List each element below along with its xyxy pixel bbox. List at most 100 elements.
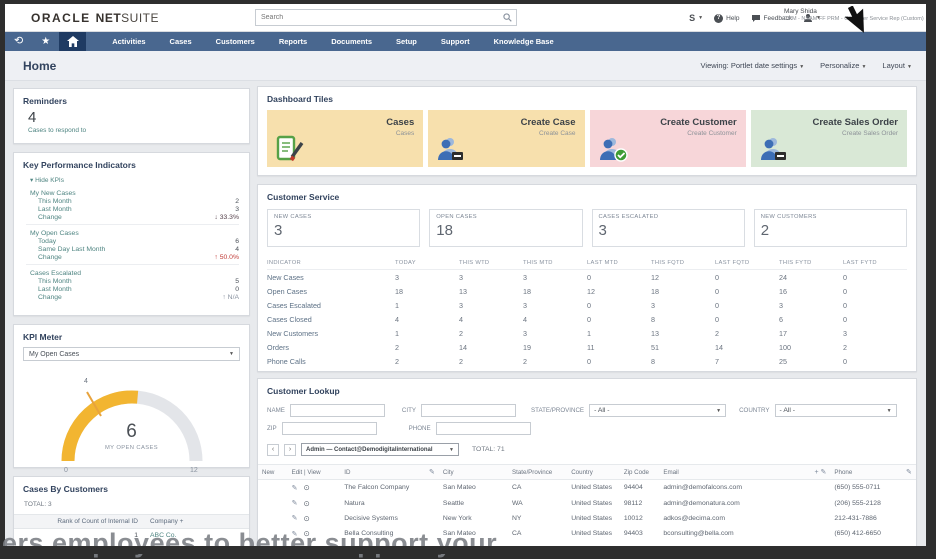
svc-col-header[interactable]: LAST MTD	[587, 257, 651, 270]
kpi-gauge: 4 0 12 6 MY OPEN CASES	[42, 369, 222, 478]
search-input[interactable]	[256, 14, 503, 21]
svc-col-header[interactable]: THIS MTD	[523, 257, 587, 270]
reminders-link[interactable]: Cases to respond to	[14, 126, 249, 134]
view-icon[interactable]: ⊙	[303, 499, 309, 508]
feedback-icon[interactable]	[751, 14, 761, 23]
nav-item-activities[interactable]: Activities	[100, 32, 157, 51]
svc-cell: 0	[843, 270, 907, 284]
hide-kpis-toggle[interactable]: ▾ Hide KPIs	[14, 173, 249, 186]
col-edit-view[interactable]: Edit | View	[288, 464, 341, 480]
col-id[interactable]: ID✎	[340, 464, 439, 480]
col-state[interactable]: State/Province	[508, 464, 567, 480]
view-icon[interactable]: ⊙	[303, 514, 309, 523]
cell-id[interactable]: The Falcon Company	[340, 480, 439, 495]
edit-column-icon[interactable]: ✎	[906, 469, 912, 476]
kpi-row-label[interactable]: Change	[38, 214, 62, 221]
stat-new-customers[interactable]: NEW CUSTOMERS2	[754, 209, 907, 247]
nav-item-cases[interactable]: Cases	[158, 32, 204, 51]
cell-email[interactable]: admin@demofalcons.com	[659, 480, 830, 495]
name-field[interactable]	[290, 404, 385, 417]
svc-row-indicator[interactable]: Orders	[267, 340, 395, 354]
tile-create-customer[interactable]: Create CustomerCreate Customer	[590, 110, 746, 167]
nav-item-knowledge-base[interactable]: Knowledge Base	[482, 32, 566, 51]
edit-column-icon[interactable]: + ✎	[814, 469, 826, 476]
col-phone[interactable]: Phone✎	[830, 464, 916, 480]
shortcuts-menu[interactable]: S ▼	[689, 13, 703, 23]
shortcuts-icon[interactable]: S	[689, 13, 695, 23]
recent-records-icon[interactable]: ⟲	[5, 32, 32, 51]
zip-field[interactable]	[282, 422, 377, 435]
col-country[interactable]: Country	[567, 464, 620, 480]
nav-item-support[interactable]: Support	[429, 32, 482, 51]
phone-field[interactable]	[436, 422, 531, 435]
kpi-group-name[interactable]: My New Cases	[30, 188, 239, 197]
col-email[interactable]: Email+ ✎	[659, 464, 830, 480]
svc-col-header[interactable]: INDICATOR	[267, 257, 395, 270]
svc-col-header[interactable]: LAST FYTD	[843, 257, 907, 270]
state-label: STATE/PROVINCE	[531, 407, 584, 414]
svc-row-indicator[interactable]: Open Cases	[267, 284, 395, 298]
kpi-meter-select[interactable]: My Open Cases ▼	[23, 347, 240, 361]
shortcuts-star-icon[interactable]: ★	[32, 32, 59, 51]
kpi-row-label[interactable]: Change	[38, 254, 62, 261]
divider	[26, 264, 239, 265]
prev-page-button[interactable]: ‹	[267, 444, 279, 456]
nav-item-customers[interactable]: Customers	[204, 32, 267, 51]
help-menu[interactable]: ? Help	[714, 14, 739, 23]
kpi-row-label[interactable]: This Month	[38, 278, 72, 285]
saved-view-select[interactable]: Admin — Contact@Demodigitalinternational…	[301, 443, 459, 456]
stat-cases-escalated[interactable]: CASES ESCALATED3	[592, 209, 745, 247]
edit-icon[interactable]: ✎	[292, 499, 298, 507]
kpi-row-label[interactable]: Today	[38, 238, 56, 245]
svc-row-indicator[interactable]: Cases Escalated	[267, 298, 395, 312]
state-select[interactable]: - All - ▼	[589, 404, 726, 417]
help-icon[interactable]: ?	[714, 14, 723, 23]
tile-create-case[interactable]: Create CaseCreate Case	[428, 110, 584, 167]
cell-email[interactable]: admin@demonatura.com	[659, 495, 830, 510]
col-city[interactable]: City	[439, 464, 508, 480]
svc-col-header[interactable]: TODAY	[395, 257, 459, 270]
kpi-row-label[interactable]: Change	[38, 294, 62, 301]
stat-new-cases[interactable]: NEW CASES3	[267, 209, 420, 247]
next-page-button[interactable]: ›	[284, 444, 296, 456]
col-company[interactable]: Company +	[144, 515, 249, 528]
cell-email[interactable]: adkos@decima.com	[659, 511, 830, 526]
kpi-row-label[interactable]: This Month	[38, 198, 72, 205]
personalize-dropdown[interactable]: Personalize ▼	[820, 61, 866, 70]
kpi-row-label[interactable]: Last Month	[38, 206, 72, 213]
tile-create-sales-order[interactable]: Create Sales OrderCreate Sales Order	[751, 110, 907, 167]
col-rank[interactable]: Rank of Count of Internal ID	[14, 515, 144, 528]
kpi-row-label[interactable]: Same Day Last Month	[38, 246, 105, 253]
country-select[interactable]: - All - ▼	[775, 404, 897, 417]
edit-icon[interactable]: ✎	[292, 514, 298, 522]
cell-id[interactable]: Natura	[340, 495, 439, 510]
svc-col-header[interactable]: LAST FQTD	[715, 257, 779, 270]
viewing-settings-dropdown[interactable]: Viewing: Portlet date settings ▼	[701, 61, 805, 70]
svc-col-header[interactable]: THIS FYTD	[779, 257, 843, 270]
svc-row-indicator[interactable]: Cases Closed	[267, 312, 395, 326]
kpi-group-name[interactable]: My Open Cases	[30, 228, 239, 237]
svc-row-indicator[interactable]: Phone Calls	[267, 354, 395, 368]
col-zip[interactable]: Zip Code	[620, 464, 659, 480]
edit-column-icon[interactable]: ✎	[429, 469, 435, 476]
home-tab[interactable]	[59, 32, 86, 51]
svc-row-indicator[interactable]: New Customers	[267, 326, 395, 340]
city-field[interactable]	[421, 404, 516, 417]
svc-row-indicator[interactable]: New Cases	[267, 270, 395, 284]
edit-icon[interactable]: ✎	[292, 484, 298, 492]
tile-cases[interactable]: CasesCases	[267, 110, 423, 167]
view-icon[interactable]: ⊙	[303, 483, 309, 492]
global-search[interactable]	[255, 9, 517, 26]
svc-col-header[interactable]: THIS FQTD	[651, 257, 715, 270]
kpi-row-label[interactable]: Last Month	[38, 286, 72, 293]
svc-col-header[interactable]: THIS WTD	[459, 257, 523, 270]
nav-item-documents[interactable]: Documents	[319, 32, 384, 51]
search-icon[interactable]	[503, 13, 512, 22]
nav-item-setup[interactable]: Setup	[384, 32, 429, 51]
stat-open-cases[interactable]: OPEN CASES18	[429, 209, 582, 247]
nav-item-reports[interactable]: Reports	[267, 32, 319, 51]
layout-dropdown[interactable]: Layout ▼	[882, 61, 912, 70]
cell-id[interactable]: Decisive Systems	[340, 511, 439, 526]
kpi-group-name[interactable]: Cases Escalated	[30, 268, 239, 277]
col-new[interactable]: New	[258, 464, 288, 480]
